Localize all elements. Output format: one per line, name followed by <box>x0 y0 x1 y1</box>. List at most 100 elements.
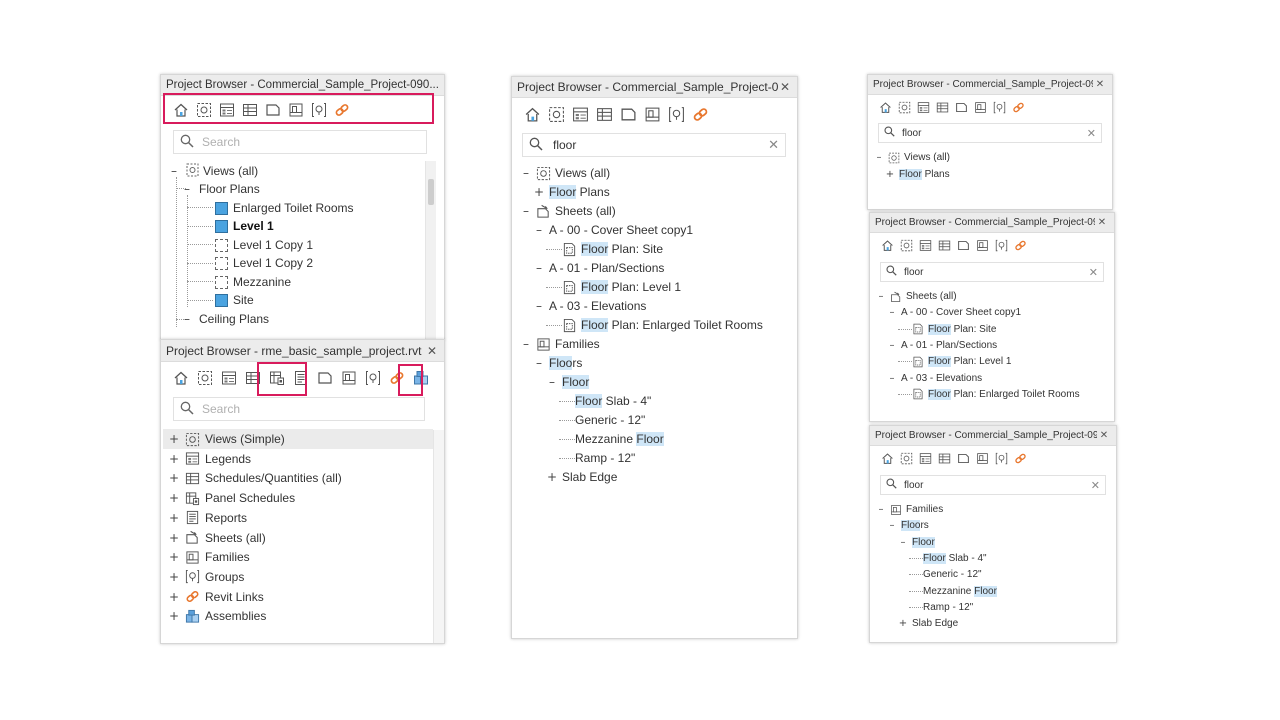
tree-toggle[interactable]: – <box>533 261 545 275</box>
close-icon[interactable]: ✕ <box>1093 79 1107 90</box>
tree-item[interactable]: – Floors <box>533 354 582 372</box>
tree-item-view[interactable]: Level 1 Copy 1 <box>215 236 313 254</box>
tree-item[interactable]: Generic - 12" <box>909 567 982 582</box>
tree-item-ceiling-plans[interactable]: – Ceiling Plans <box>181 310 269 328</box>
tree-toggle[interactable]: – <box>876 504 886 515</box>
tree-toggle[interactable]: – <box>520 337 532 351</box>
groups-icon[interactable] <box>363 368 383 388</box>
scrollbar[interactable] <box>425 161 436 339</box>
views-icon[interactable] <box>546 104 567 125</box>
scrollbar-thumb[interactable] <box>428 179 434 205</box>
tree-item[interactable]: – Floors <box>887 518 929 533</box>
search-input[interactable]: floor <box>902 128 1087 139</box>
search-box[interactable]: floor ✕ <box>878 123 1102 143</box>
home-icon[interactable] <box>879 450 896 467</box>
search-input[interactable]: floor <box>904 480 1091 491</box>
tree-item[interactable]: Mezzanine Floor <box>909 584 997 599</box>
groups-icon[interactable] <box>993 237 1010 254</box>
tree-item[interactable]: Floor Plan: Site <box>898 322 996 337</box>
revit-links-icon[interactable] <box>1012 450 1029 467</box>
sheet-icon[interactable] <box>953 99 970 116</box>
search-box[interactable]: floor ✕ <box>522 133 786 157</box>
revit-links-icon[interactable] <box>1012 237 1029 254</box>
families-icon[interactable] <box>339 368 359 388</box>
tree-item-view[interactable]: Site <box>215 291 254 309</box>
expand-toggle[interactable]: + <box>169 570 179 584</box>
tree-item[interactable]: Floor Slab - 4" <box>559 392 651 410</box>
collapse-toggle[interactable]: – <box>181 312 193 326</box>
schedules-icon[interactable] <box>934 99 951 116</box>
legends-icon[interactable] <box>915 99 932 116</box>
home-icon[interactable] <box>171 368 191 388</box>
close-icon[interactable]: ✕ <box>1097 430 1111 441</box>
tree-toggle[interactable]: – <box>887 373 897 384</box>
tree-item[interactable]: + Legends <box>169 450 251 468</box>
expand-toggle[interactable]: + <box>169 550 179 564</box>
groups-icon[interactable] <box>993 450 1010 467</box>
groups-icon[interactable] <box>991 99 1008 116</box>
tree-item[interactable]: + Sheets (all) <box>169 529 266 547</box>
expand-toggle[interactable]: + <box>169 432 179 446</box>
tree-item[interactable]: – Sheets (all) <box>876 289 957 304</box>
search-input[interactable]: Search <box>202 135 420 149</box>
families-icon[interactable] <box>642 104 663 125</box>
tree-item[interactable]: – Floor <box>898 535 935 550</box>
tree-item[interactable]: + Panel Schedules <box>169 489 295 507</box>
tree-item[interactable]: – Floor <box>546 373 590 391</box>
sheet-icon[interactable] <box>955 450 972 467</box>
revit-links-icon[interactable] <box>1010 99 1027 116</box>
home-icon[interactable] <box>879 237 896 254</box>
search-box[interactable]: Search <box>173 397 425 421</box>
tree-item[interactable]: Floor Slab - 4" <box>909 551 987 566</box>
expand-toggle[interactable]: + <box>169 491 179 505</box>
tree-item[interactable]: Generic - 12" <box>559 411 645 429</box>
tree-item[interactable]: – A - 03 - Elevations <box>887 371 983 386</box>
sheet-icon[interactable] <box>315 368 335 388</box>
scrollbar[interactable] <box>433 430 444 643</box>
search-box[interactable]: floor ✕ <box>880 262 1104 282</box>
tree-item[interactable]: – Views (all) <box>874 150 950 166</box>
expand-toggle[interactable]: + <box>169 452 179 466</box>
tree-toggle[interactable]: – <box>876 291 886 302</box>
clear-search-icon[interactable]: ✕ <box>1089 266 1098 279</box>
tree-item[interactable]: Floor Plan: Enlarged Toilet Rooms <box>898 387 1080 402</box>
expand-toggle[interactable]: + <box>169 471 179 485</box>
tree-item[interactable]: – Sheets (all) <box>520 202 616 220</box>
legends-icon[interactable] <box>917 237 934 254</box>
schedules-icon[interactable] <box>936 450 953 467</box>
tree-toggle[interactable]: – <box>520 166 532 180</box>
views-icon[interactable] <box>195 368 215 388</box>
expand-toggle[interactable]: + <box>169 590 179 604</box>
tree-toggle[interactable]: – <box>533 223 545 237</box>
legends-icon[interactable] <box>917 450 934 467</box>
tree-toggle[interactable]: – <box>533 299 545 313</box>
tree-item[interactable]: + Floor Plans <box>885 167 950 183</box>
tree-toggle[interactable]: + <box>533 185 545 199</box>
tree-item[interactable]: – Families <box>876 502 944 517</box>
tree-item[interactable]: + Families <box>169 548 250 566</box>
collapse-toggle[interactable]: – <box>181 182 193 196</box>
tree-item[interactable]: Floor Plan: Site <box>546 240 663 258</box>
tree-toggle[interactable]: – <box>887 307 897 318</box>
groups-icon[interactable] <box>666 104 687 125</box>
tree-item[interactable]: + Floor Plans <box>533 183 610 201</box>
tree-toggle[interactable]: – <box>898 537 908 548</box>
tree-item[interactable]: – A - 00 - Cover Sheet copy1 <box>533 221 693 239</box>
tree-item[interactable]: + Views (Simple) <box>169 430 285 448</box>
search-input[interactable]: Search <box>202 402 418 416</box>
tree-item[interactable]: – A - 00 - Cover Sheet copy1 <box>887 305 1022 320</box>
tree-item[interactable]: – Families <box>520 335 600 353</box>
tree-item[interactable]: + Revit Links <box>169 588 264 606</box>
clear-search-icon[interactable]: ✕ <box>1091 479 1100 492</box>
tree-item-view[interactable]: Level 1 Copy 2 <box>215 254 313 272</box>
tree-item-view[interactable]: Level 1 <box>215 217 274 235</box>
tree-item[interactable]: Ramp - 12" <box>909 600 973 615</box>
tree-item[interactable]: – A - 01 - Plan/Sections <box>533 259 664 277</box>
tree-item-views-all[interactable]: – Views (all) <box>168 162 258 180</box>
tree-item[interactable]: + Reports <box>169 509 247 527</box>
tree-toggle[interactable]: + <box>885 169 895 180</box>
tree-item-floor-plans[interactable]: – Floor Plans <box>181 180 260 198</box>
tree-toggle[interactable]: – <box>546 375 558 389</box>
collapse-toggle[interactable]: – <box>168 164 180 178</box>
legends-icon[interactable] <box>570 104 591 125</box>
